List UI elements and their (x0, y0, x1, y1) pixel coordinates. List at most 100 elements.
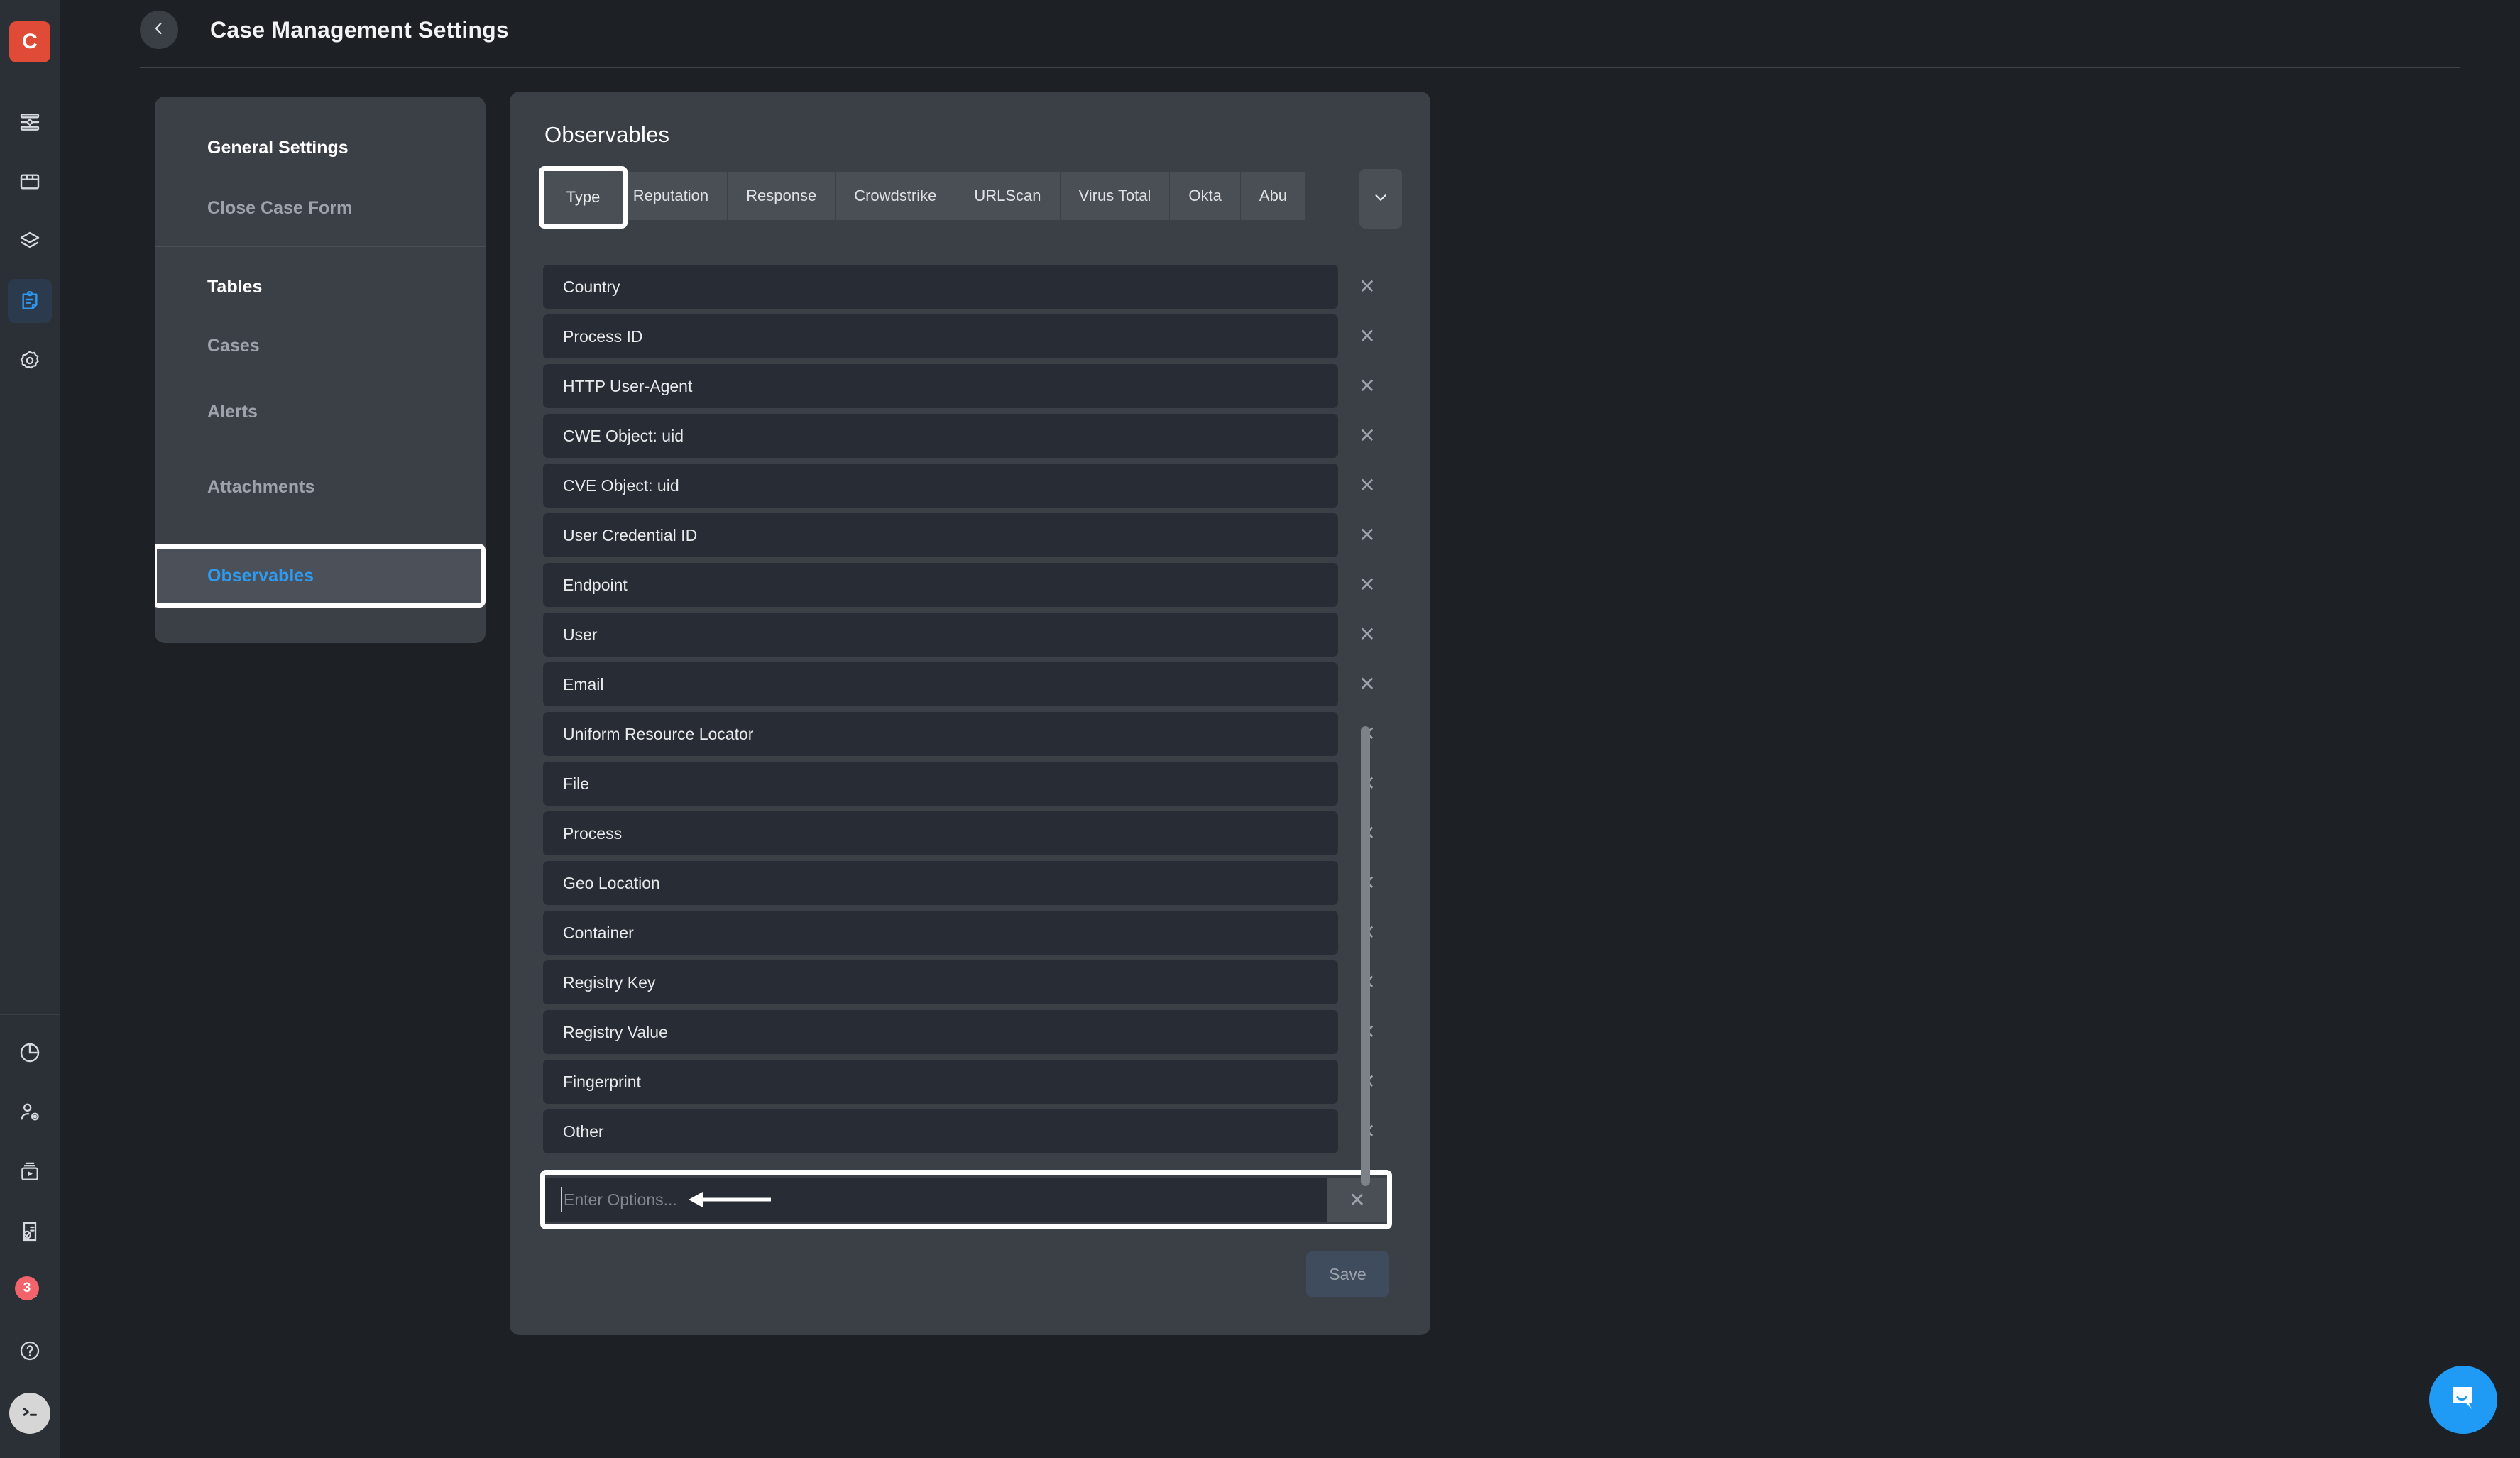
rail-item-dashboards[interactable] (8, 160, 52, 204)
sliders-icon (18, 111, 41, 133)
terminal-avatar-icon (18, 1400, 42, 1427)
close-icon[interactable]: ✕ (1338, 513, 1396, 557)
user-settings-icon (18, 1101, 41, 1124)
list-item: Geo Location ✕ (543, 861, 1398, 905)
gear-badge-icon (18, 349, 41, 372)
app-logo[interactable]: C (9, 21, 50, 62)
observable-chip[interactable]: Other (543, 1109, 1338, 1153)
observable-chip[interactable]: User (543, 613, 1338, 657)
list-item: Country ✕ (543, 265, 1398, 309)
list-item: Other ✕ (543, 1109, 1398, 1153)
list-item: Registry Value ✕ (543, 1010, 1398, 1054)
rail-item-cases[interactable] (8, 279, 52, 323)
observable-chip[interactable]: User Credential ID (543, 513, 1338, 557)
nav-heading-general-settings: General Settings (207, 138, 349, 158)
chevron-left-icon (150, 20, 168, 40)
list-item: Container ✕ (543, 911, 1398, 955)
list-item: Email ✕ (543, 662, 1398, 706)
page-header: Case Management Settings (60, 0, 2520, 60)
back-button[interactable] (140, 11, 178, 49)
clipboard-icon (18, 290, 41, 312)
list-item: CWE Object: uid ✕ (543, 414, 1398, 458)
close-icon[interactable]: ✕ (1338, 464, 1396, 508)
close-icon[interactable]: ✕ (1338, 563, 1396, 607)
layers-icon (18, 230, 41, 253)
tab-strip: Type Reputation Response Crowdstrike URL… (539, 166, 1402, 285)
avatar[interactable] (9, 1393, 50, 1434)
input-placeholder: Enter Options... (564, 1190, 677, 1209)
observable-chip[interactable]: Uniform Resource Locator (543, 712, 1338, 756)
close-icon[interactable]: ✕ (1338, 314, 1396, 358)
rail-item-audit[interactable] (8, 1210, 52, 1254)
rail-item-help[interactable] (8, 1329, 52, 1373)
observables-panel: Observables Type Reputation Response Cro… (510, 92, 1430, 1335)
close-icon[interactable]: ✕ (1338, 265, 1396, 309)
observable-chip[interactable]: CVE Object: uid (543, 464, 1338, 508)
observable-chip[interactable]: CWE Object: uid (543, 414, 1338, 458)
text-caret (561, 1187, 562, 1212)
rail-item-notifications[interactable]: 3 (8, 1269, 52, 1313)
rail-item-playbooks[interactable] (8, 1150, 52, 1194)
app-rail: C 3 (0, 0, 60, 1458)
notification-badge: 3 (15, 1276, 39, 1300)
tab-list: Type Reputation Response Crowdstrike URL… (543, 172, 1359, 220)
rail-item-layers[interactable] (8, 219, 52, 263)
observable-chip[interactable]: Fingerprint (543, 1060, 1338, 1104)
tab-reputation[interactable]: Reputation (614, 172, 728, 220)
help-circle-icon (18, 1339, 41, 1362)
observable-chip[interactable]: Container (543, 911, 1338, 955)
rail-item-reports[interactable] (8, 1031, 52, 1075)
rail-item-settings[interactable] (8, 339, 52, 383)
rail-item-user-admin[interactable] (8, 1090, 52, 1134)
list-item: File ✕ (543, 762, 1398, 806)
tab-response[interactable]: Response (728, 172, 836, 220)
list-scrollbar-thumb[interactable] (1361, 726, 1370, 1186)
sidebar-item-cases[interactable]: Cases (155, 324, 486, 367)
close-icon[interactable]: ✕ (1338, 662, 1396, 706)
observable-chip[interactable]: Country (543, 265, 1338, 309)
list-item: Process ID ✕ (543, 314, 1398, 358)
observable-chip[interactable]: Registry Value (543, 1010, 1338, 1054)
sidebar-item-attachments[interactable]: Attachments (155, 466, 486, 508)
observables-list: Country ✕ Process ID ✕ HTTP User-Agent ✕… (543, 265, 1398, 1266)
chat-launcher-button[interactable] (2429, 1366, 2497, 1434)
tab-overflow-button[interactable] (1359, 169, 1402, 229)
rail-bottom-group: 3 (8, 1015, 52, 1458)
observable-chip[interactable]: HTTP User-Agent (543, 364, 1338, 408)
tab-virus-total[interactable]: Virus Total (1060, 172, 1171, 220)
tab-urlscan[interactable]: URLScan (955, 172, 1061, 220)
sidebar-item-close-case-form[interactable]: Close Case Form (155, 187, 486, 229)
sidebar-item-alerts[interactable]: Alerts (155, 390, 486, 433)
observable-chip[interactable]: Geo Location (543, 861, 1338, 905)
tab-type[interactable]: Type (566, 188, 601, 207)
observable-chip[interactable]: File (543, 762, 1338, 806)
chat-bubble-icon (2446, 1381, 2480, 1419)
close-icon[interactable]: ✕ (1327, 1178, 1387, 1222)
tab-abuse[interactable]: Abu (1240, 172, 1307, 220)
list-item: Registry Key ✕ (543, 960, 1398, 1004)
list-item: CVE Object: uid ✕ (543, 464, 1398, 508)
rail-item-automation[interactable] (8, 100, 52, 144)
observable-chip[interactable]: Process (543, 811, 1338, 855)
observable-chip[interactable]: Email (543, 662, 1338, 706)
tab-crowdstrike[interactable]: Crowdstrike (836, 172, 956, 220)
tab-okta[interactable]: Okta (1170, 172, 1241, 220)
list-item: HTTP User-Agent ✕ (543, 364, 1398, 408)
save-button[interactable]: Save (1306, 1251, 1389, 1297)
settings-nav: General Settings Close Case Form Tables … (155, 97, 486, 643)
observable-chip[interactable]: Endpoint (543, 563, 1338, 607)
close-icon[interactable]: ✕ (1338, 613, 1396, 657)
page-title: Case Management Settings (210, 16, 509, 43)
observable-chip[interactable]: Process ID (543, 314, 1338, 358)
close-icon[interactable]: ✕ (1338, 364, 1396, 408)
sidebar-item-observables[interactable]: Observables (157, 549, 481, 603)
close-icon[interactable]: ✕ (1338, 414, 1396, 458)
observable-chip[interactable]: Registry Key (543, 960, 1338, 1004)
sidebar-item-observables-highlight: Observables (155, 544, 486, 608)
search-input[interactable]: Enter Options... (545, 1178, 1327, 1222)
options-input-highlight: Enter Options... ✕ (540, 1170, 1392, 1229)
chevron-down-icon (1371, 188, 1390, 210)
tab-horizontal-scrollbar[interactable] (543, 223, 1359, 285)
rail-top-group (8, 84, 52, 383)
nav-heading-tables: Tables (207, 277, 263, 297)
